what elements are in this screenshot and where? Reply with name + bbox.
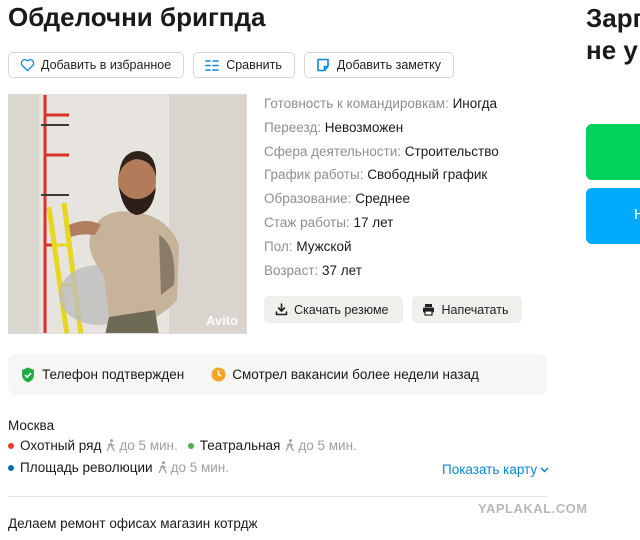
- metro-row-1: Охотный ряд до 5 мин. Театральная до 5 м…: [8, 438, 367, 453]
- walking-person-icon: [285, 439, 295, 452]
- verification-status-box: Телефон подтвержден Смотрел вакансии бол…: [8, 354, 547, 395]
- resume-actions: Скачать резюме Напечатать: [264, 296, 523, 323]
- detail-value: Строительство: [404, 143, 499, 159]
- walking-person-icon: [158, 461, 167, 474]
- print-label: Напечатать: [441, 302, 509, 317]
- metro-station: Охотный ряд до 5 мин.: [8, 438, 178, 453]
- walk-time: до 5 мин.: [106, 438, 178, 453]
- detail-value: Среднее: [355, 191, 411, 207]
- walk-time-text: до 5 мин.: [170, 460, 230, 475]
- clock-icon: [210, 367, 226, 383]
- compare-icon: [204, 57, 220, 73]
- chevron-down-icon: [540, 466, 549, 473]
- show-map-link[interactable]: Показать карту: [442, 462, 549, 477]
- action-bar: Добавить в избранное Сравнить Добавить з…: [8, 52, 455, 78]
- heart-icon: [19, 57, 35, 73]
- detail-experience: Стаж работы: 17 лет: [264, 211, 499, 235]
- metro-station: Площадь революции до 5 мин.: [8, 460, 229, 475]
- worker-photo-image: [9, 95, 246, 333]
- add-note-button[interactable]: Добавить заметку: [303, 52, 455, 78]
- add-to-favorites-button[interactable]: Добавить в избранное: [8, 52, 185, 78]
- write-message-button[interactable]: Н: [586, 188, 640, 244]
- walk-time: до 5 мин.: [158, 460, 229, 475]
- download-resume-label: Скачать резюме: [294, 302, 389, 317]
- detail-value: Невозможен: [324, 119, 404, 135]
- metro-station: Театральная до 5 мин.: [187, 438, 357, 453]
- detail-value: 37 лет: [322, 262, 362, 278]
- detail-label: Пол:: [264, 238, 293, 254]
- vacancy-activity-text: Смотрел вакансии более недели назад: [232, 367, 479, 382]
- phone-verified-status: Телефон подтвержден: [20, 367, 184, 383]
- walk-time: до 5 мин.: [285, 438, 357, 453]
- write-message-label: Н: [634, 206, 640, 223]
- vacancy-activity-status: Смотрел вакансии более недели назад: [210, 367, 479, 383]
- detail-label: Возраст:: [264, 262, 319, 278]
- detail-relocation: Переезд: Невозможен: [264, 116, 499, 140]
- resume-details: Готовность к командировкам: Иногда Перее…: [264, 92, 499, 282]
- detail-value: 17 лет: [353, 214, 394, 230]
- detail-label: Переезд:: [264, 119, 321, 135]
- download-resume-button[interactable]: Скачать резюме: [264, 296, 403, 323]
- download-icon: [273, 302, 289, 318]
- detail-education: Образование: Среднее: [264, 187, 499, 211]
- compare-label: Сравнить: [226, 58, 282, 72]
- phone-verified-text: Телефон подтвержден: [42, 367, 185, 382]
- contact-panel-title-line-1: Зарп: [586, 3, 640, 33]
- detail-industry: Сфера деятельности: Строительство: [264, 140, 499, 164]
- detail-value: Мужской: [296, 238, 352, 254]
- profile-photo[interactable]: Avito: [8, 94, 247, 334]
- detail-value: Свободный график: [367, 167, 488, 183]
- compare-button[interactable]: Сравнить: [193, 52, 295, 78]
- page-title: Обделочни бригпда: [8, 2, 266, 32]
- contact-panel-title: Зарп не у: [586, 2, 640, 66]
- avito-watermark: Avito: [205, 313, 238, 328]
- resume-description: Делаем ремонт офисах магазин котрдж: [8, 516, 258, 531]
- metro-station-name: Охотный ряд: [20, 438, 102, 453]
- show-map-label: Показать карту: [442, 462, 538, 477]
- site-watermark: YAPLAKAL.COM: [478, 501, 588, 516]
- walk-time-text: до 5 мин.: [298, 438, 357, 453]
- detail-age: Возраст: 37 лет: [264, 259, 499, 283]
- detail-label: Образование:: [264, 191, 352, 207]
- add-to-favorites-label: Добавить в избранное: [41, 58, 172, 72]
- section-divider: [8, 496, 547, 497]
- detail-label: График работы:: [264, 167, 364, 183]
- metro-line-dot: [8, 442, 14, 449]
- note-icon: [315, 57, 331, 73]
- show-phone-button[interactable]: [586, 124, 640, 180]
- contact-panel-title-line-2: не у: [586, 35, 638, 65]
- add-note-label: Добавить заметку: [336, 58, 442, 72]
- walking-person-icon: [106, 439, 116, 452]
- metro-row-2: Площадь революции до 5 мин.: [8, 460, 239, 475]
- printer-icon: [421, 302, 437, 318]
- city-name: Москва: [8, 418, 55, 433]
- metro-station-name: Театральная: [199, 438, 281, 453]
- detail-business-trips: Готовность к командировкам: Иногда: [264, 92, 499, 116]
- detail-value: Иногда: [452, 96, 497, 111]
- shield-check-icon: [20, 367, 36, 383]
- detail-label: Сфера деятельности:: [264, 143, 402, 159]
- metro-station-name: Площадь революции: [20, 460, 153, 475]
- metro-line-dot: [187, 442, 194, 449]
- walk-time-text: до 5 мин.: [119, 438, 178, 453]
- metro-line-dot: [8, 464, 14, 471]
- detail-label: Готовность к командировкам:: [264, 96, 449, 111]
- detail-label: Стаж работы:: [264, 214, 350, 230]
- detail-schedule: График работы: Свободный график: [264, 163, 499, 187]
- print-button[interactable]: Напечатать: [411, 296, 523, 323]
- detail-gender: Пол: Мужской: [264, 235, 499, 259]
